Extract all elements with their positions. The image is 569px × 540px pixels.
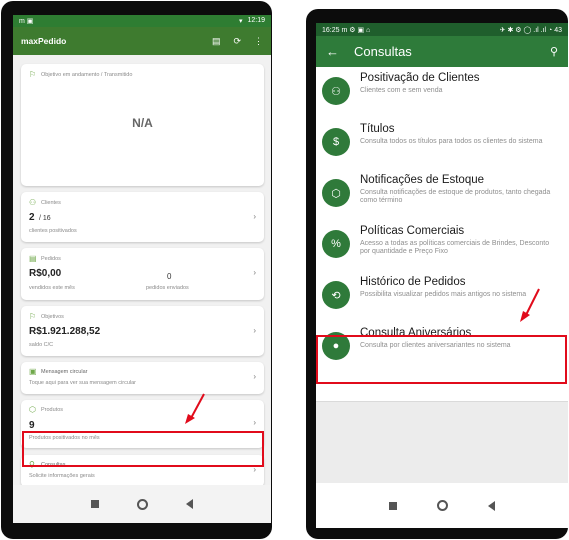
list-item-politicas[interactable]: % Políticas Comerciais Acesso a todas as…: [316, 220, 568, 271]
signal-icon: ▾: [238, 18, 243, 25]
home-icon[interactable]: [137, 498, 148, 510]
chevron-right-icon: ›: [253, 418, 256, 427]
search-icon[interactable]: ⚲: [550, 45, 558, 58]
objetivos-caption: saldo C/C: [29, 342, 54, 348]
clientes-caption: clientes positivados: [29, 228, 77, 234]
status-bar: m ▣ ▾ 12:19: [13, 15, 271, 27]
more-menu-icon[interactable]: ⋮: [254, 36, 263, 47]
list-icon[interactable]: ▤: [212, 36, 221, 47]
pointer-arrow: [520, 288, 540, 322]
produtos-label: Produtos: [41, 407, 64, 413]
back-arrow-icon[interactable]: ←: [326, 44, 354, 59]
recent-apps-icon[interactable]: [389, 501, 397, 510]
flag-icon: ⚐: [29, 70, 37, 79]
pointer-arrow: [185, 393, 205, 424]
sync-icon[interactable]: ⟳: [233, 36, 241, 47]
objective-label: Objetivo em andamento / Transmitido: [41, 72, 133, 78]
app-bar: maxPedido ▤ ⟳ ⋮: [13, 27, 271, 55]
chevron-right-icon: ›: [253, 326, 256, 335]
status-time: 16:25 m ⚙ ▣ ⌂: [322, 26, 371, 34]
flag-icon: ⚐: [29, 312, 37, 321]
users-icon: ⚇: [29, 198, 37, 207]
mensagem-label: Mensagem circular: [41, 369, 88, 375]
chevron-right-icon: ›: [253, 212, 256, 221]
dashboard-body: ⚐ Objetivo em andamento / Transmitido N/…: [13, 55, 271, 487]
objective-value: N/A: [132, 116, 153, 130]
mensagem-card[interactable]: ▣ Mensagem circular Toque aqui para ver …: [21, 362, 264, 394]
history-icon: ⟲: [322, 281, 350, 309]
consultas-caption: Solicite informações gerais: [29, 473, 95, 479]
item-desc: Clientes com e sem venda: [360, 87, 443, 94]
item-title: Políticas Comerciais: [360, 225, 465, 237]
consultas-list: ⚇ Positivação de Clientes Clientes com e…: [316, 67, 568, 373]
right-phone: 16:25 m ⚙ ▣ ⌂ ✈ ✱ ⚙ ◯ .ıl .ıl ◔ 43 ← Con…: [306, 9, 568, 539]
highlight-box: [22, 431, 264, 467]
home-icon[interactable]: [437, 500, 448, 511]
users-icon: ⚇: [322, 77, 350, 105]
item-title: Positivação de Clientes: [360, 72, 480, 84]
item-desc: Consulta notificações de estoque de prod…: [360, 189, 551, 204]
clientes-total: / 16: [39, 215, 51, 222]
right-screen: 16:25 m ⚙ ▣ ⌂ ✈ ✱ ⚙ ◯ .ıl .ıl ◔ 43 ← Con…: [316, 23, 568, 528]
produtos-value: 9: [29, 420, 35, 431]
message-icon: ▣: [29, 367, 37, 376]
chevron-right-icon: ›: [253, 372, 256, 381]
highlight-box: [316, 335, 567, 384]
item-title: Histórico de Pedidos: [360, 276, 466, 288]
app-bar: ← Consultas ⚲: [316, 36, 568, 67]
item-title: Títulos: [360, 123, 395, 135]
status-bar: 16:25 m ⚙ ▣ ⌂ ✈ ✱ ⚙ ◯ .ıl .ıl ◔ 43: [316, 23, 568, 36]
status-right-icons: ✈ ✱ ⚙ ◯ .ıl .ıl ◔ 43: [499, 26, 562, 34]
nav-bar: [13, 485, 271, 523]
status-time: 12:19: [247, 17, 265, 24]
item-desc: Consulta todos os títulos para todos os …: [360, 138, 543, 145]
pedidos-card[interactable]: ▤ Pedidos R$0,00 vendidos este mês 0 ped…: [21, 248, 264, 300]
pedidos-count-caption: pedidos enviados: [146, 285, 189, 291]
clientes-card[interactable]: ⚇ Clientes 2 / 16 clientes positivados ›: [21, 192, 264, 242]
objetivos-label: Objetivos: [41, 314, 64, 320]
status-left-icons: m ▣: [19, 18, 34, 25]
objective-card[interactable]: ⚐ Objetivo em andamento / Transmitido N/…: [21, 64, 264, 186]
recent-apps-icon[interactable]: [91, 500, 99, 508]
money-icon: $: [322, 128, 350, 156]
mensagem-caption: Toque aqui para ver sua mensagem circula…: [29, 380, 137, 386]
pedidos-caption: vendidos este mês: [29, 285, 75, 291]
clientes-value: 2: [29, 212, 35, 223]
chevron-right-icon: ›: [253, 268, 256, 277]
list-item-estoque[interactable]: ⬡ Notificações de Estoque Consulta notif…: [316, 169, 568, 220]
percent-icon: %: [322, 230, 350, 258]
page-title: Consultas: [354, 44, 412, 59]
box-icon: ⬡: [322, 179, 350, 207]
list-item-titulos[interactable]: $ Títulos Consulta todos os títulos para…: [316, 118, 568, 169]
app-title: maxPedido: [21, 36, 67, 46]
nav-bar: [316, 483, 568, 528]
clientes-label: Clientes: [41, 200, 61, 206]
empty-area: [316, 401, 568, 483]
pedidos-count: 0: [167, 272, 172, 281]
back-icon[interactable]: [186, 499, 193, 509]
objetivos-value: R$1.921.288,52: [29, 326, 101, 337]
list-item-positivacao[interactable]: ⚇ Positivação de Clientes Clientes com e…: [316, 67, 568, 118]
pedidos-value: R$0,00: [29, 268, 62, 279]
objetivos-card[interactable]: ⚐ Objetivos R$1.921.288,52 saldo C/C ›: [21, 306, 264, 356]
document-icon: ▤: [29, 254, 37, 263]
pedidos-label: Pedidos: [41, 256, 61, 262]
back-icon[interactable]: [488, 500, 495, 511]
box-icon: ⬡: [29, 405, 36, 414]
item-desc: Acesso a todas as políticas comerciais d…: [360, 240, 550, 255]
item-title: Notificações de Estoque: [360, 174, 485, 186]
